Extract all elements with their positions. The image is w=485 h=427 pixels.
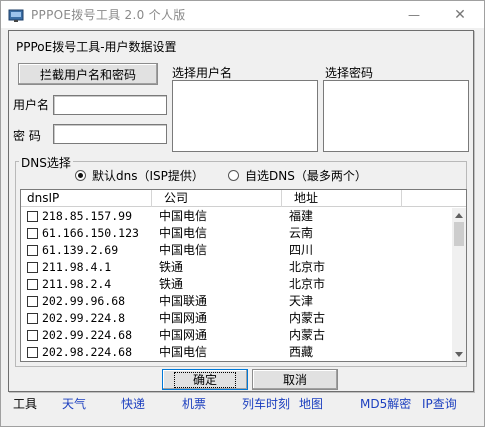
link-flights[interactable]: 机票 bbox=[182, 395, 206, 412]
company-cell: 中国电信 bbox=[159, 243, 208, 257]
link-express[interactable]: 快递 bbox=[121, 395, 145, 412]
row-checkbox[interactable] bbox=[27, 211, 38, 222]
radio-custom-dns-indicator[interactable] bbox=[228, 170, 239, 181]
dns-ip-cell: 211.98.4.1 bbox=[42, 260, 112, 274]
radio-default-dns[interactable]: 默认dns（ISP提供） bbox=[75, 167, 204, 184]
company-cell: 中国电信 bbox=[159, 226, 208, 240]
table-row[interactable]: 211.98.4.1 铁通 北京市 bbox=[21, 259, 451, 276]
table-row[interactable]: 202.99.224.8 中国网通 内蒙古 bbox=[21, 310, 451, 327]
dns-ip-cell: 218.85.157.99 bbox=[42, 209, 133, 223]
company-cell: 中国电信 bbox=[159, 345, 208, 359]
link-weather[interactable]: 天气 bbox=[62, 395, 86, 412]
dialog-title: PPPoE拨号工具-用户数据设置 bbox=[16, 40, 177, 54]
location-cell: 北京市 bbox=[289, 277, 326, 291]
table-row[interactable]: 61.166.150.123 中国电信 云南 bbox=[21, 225, 451, 242]
dns-ip-cell: 211.98.2.4 bbox=[42, 277, 112, 291]
dns-ip-cell: 61.139.2.69 bbox=[42, 243, 119, 257]
tools-menu[interactable]: 工具 bbox=[13, 395, 37, 412]
dns-ip-cell: 202.99.224.68 bbox=[42, 328, 133, 342]
location-cell: 北京市 bbox=[289, 260, 326, 274]
row-checkbox[interactable] bbox=[27, 296, 38, 307]
radio-custom-dns[interactable]: 自选DNS（最多两个） bbox=[228, 167, 367, 184]
column-header-company[interactable]: 公司 bbox=[152, 190, 282, 207]
company-cell: 中国网通 bbox=[159, 328, 208, 342]
cancel-button[interactable]: 取消 bbox=[252, 369, 338, 390]
link-train-schedule[interactable]: 列车时刻 bbox=[242, 395, 290, 412]
username-input[interactable] bbox=[53, 95, 167, 115]
password-label: 密 码 bbox=[13, 129, 41, 143]
dns-ip-cell: 61.166.150.123 bbox=[42, 226, 139, 240]
dns-table-header: dnsIP 公司 地址 bbox=[21, 190, 466, 207]
password-listbox[interactable] bbox=[323, 80, 469, 152]
table-vertical-scrollbar[interactable] bbox=[452, 208, 466, 361]
row-checkbox[interactable] bbox=[27, 313, 38, 324]
link-ip-lookup[interactable]: IP查询 bbox=[422, 395, 457, 412]
table-row[interactable]: 202.99.96.68 中国联通 天津 bbox=[21, 293, 451, 310]
row-checkbox[interactable] bbox=[27, 347, 38, 358]
username-listbox[interactable] bbox=[172, 80, 318, 152]
location-cell: 云南 bbox=[289, 226, 314, 240]
select-password-label: 选择密码 bbox=[325, 66, 374, 80]
company-cell: 中国网通 bbox=[159, 311, 208, 325]
dns-ip-cell: 202.99.96.68 bbox=[42, 294, 126, 308]
radio-default-dns-label: 默认dns（ISP提供） bbox=[92, 169, 204, 183]
row-checkbox[interactable] bbox=[27, 262, 38, 273]
dns-table: dnsIP 公司 地址 218.85.157.99 中国电信 福建 61.166… bbox=[20, 189, 467, 362]
dns-group-label: DNS选择 bbox=[19, 154, 73, 171]
location-cell: 四川 bbox=[289, 243, 314, 257]
table-row[interactable]: 202.98.224.68 中国电信 西藏 bbox=[21, 344, 451, 361]
row-checkbox[interactable] bbox=[27, 330, 38, 341]
company-cell: 铁通 bbox=[159, 277, 184, 291]
dns-ip-cell: 202.98.224.68 bbox=[42, 345, 133, 359]
column-header-dnsip[interactable]: dnsIP bbox=[21, 190, 152, 207]
location-cell: 天津 bbox=[289, 294, 314, 308]
scrollbar-thumb[interactable] bbox=[454, 222, 464, 246]
row-checkbox[interactable] bbox=[27, 245, 38, 256]
bottom-link-bar: 工具 天气 快递 机票 列车时刻 地图 MD5解密 IP查询 bbox=[1, 393, 484, 413]
ok-button-label: 确定 bbox=[173, 371, 236, 388]
row-checkbox[interactable] bbox=[27, 279, 38, 290]
ok-button[interactable]: 确定 bbox=[162, 369, 248, 390]
location-cell: 内蒙古 bbox=[289, 328, 326, 342]
username-label: 用户名 bbox=[13, 98, 50, 112]
company-cell: 中国联通 bbox=[159, 294, 208, 308]
close-icon[interactable]: ✕ bbox=[437, 1, 483, 28]
dns-ip-cell: 202.99.224.8 bbox=[42, 311, 126, 325]
company-cell: 中国电信 bbox=[159, 209, 208, 223]
table-row[interactable]: 211.98.2.4 铁通 北京市 bbox=[21, 276, 451, 293]
user-settings-dialog: PPPoE拨号工具-用户数据设置 拦截用户名和密码 用户名 密 码 选择用户名 … bbox=[8, 30, 474, 392]
column-header-filler bbox=[402, 190, 466, 207]
column-header-location[interactable]: 地址 bbox=[282, 190, 402, 207]
main-titlebar: PPPOE拨号工具 2.0 个人版 — ✕ bbox=[1, 1, 484, 28]
location-cell: 西藏 bbox=[289, 345, 314, 359]
link-map[interactable]: 地图 bbox=[299, 395, 323, 412]
location-cell: 内蒙古 bbox=[289, 311, 326, 325]
link-md5-decrypt[interactable]: MD5解密 bbox=[360, 395, 411, 412]
minimize-icon[interactable]: — bbox=[391, 1, 437, 28]
table-row[interactable]: 202.99.224.68 中国网通 内蒙古 bbox=[21, 327, 451, 344]
table-row[interactable]: 218.85.157.99 中国电信 福建 bbox=[21, 208, 451, 225]
company-cell: 铁通 bbox=[159, 260, 184, 274]
row-checkbox[interactable] bbox=[27, 228, 38, 239]
scroll-down-icon[interactable] bbox=[452, 347, 466, 361]
scroll-up-icon[interactable] bbox=[452, 208, 466, 222]
table-row[interactable]: 61.139.2.69 中国电信 四川 bbox=[21, 242, 451, 259]
radio-default-dns-indicator[interactable] bbox=[75, 170, 86, 181]
location-cell: 福建 bbox=[289, 209, 314, 223]
intercept-credentials-button[interactable]: 拦截用户名和密码 bbox=[18, 63, 158, 85]
select-username-label: 选择用户名 bbox=[172, 66, 233, 80]
password-input[interactable] bbox=[53, 124, 167, 144]
radio-custom-dns-label: 自选DNS（最多两个） bbox=[245, 169, 367, 183]
main-window-title: PPPOE拨号工具 2.0 个人版 bbox=[31, 8, 186, 22]
app-icon bbox=[7, 6, 25, 24]
